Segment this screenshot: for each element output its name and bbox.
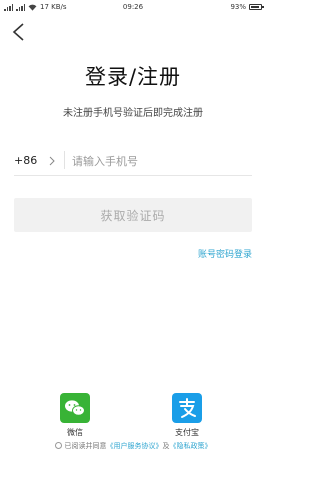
battery-fill: [251, 6, 259, 8]
page-subtitle: 未注册手机号验证后即完成注册: [63, 108, 203, 119]
privacy-policy-link[interactable]: 《隐私政策》: [170, 442, 212, 450]
agreement-row: 已阅读并同意《用户服务协议》及《隐私政策》: [0, 441, 266, 451]
divider: [64, 151, 65, 169]
wechat-login-button[interactable]: 微信: [45, 393, 105, 438]
status-time: 09:26: [122, 3, 144, 11]
alipay-label: 支付宝: [175, 428, 199, 437]
chevron-left-icon: [12, 23, 24, 41]
agreement-prefix: 已阅读并同意: [64, 442, 107, 450]
status-right: 93%: [230, 3, 264, 11]
country-code[interactable]: +86: [14, 154, 37, 167]
chevron-right-icon[interactable]: [48, 156, 56, 166]
agreement-checkbox[interactable]: [54, 442, 62, 449]
page-title: 登录/注册: [84, 65, 182, 89]
user-agreement-link[interactable]: 《用户服务协议》: [107, 442, 163, 450]
wechat-icon: [60, 393, 90, 423]
agreement-connector: 及: [162, 442, 170, 450]
phone-field-row: +86: [14, 146, 252, 176]
status-bar: 17 KB/s 09:26 93%: [0, 0, 266, 14]
back-button[interactable]: [10, 22, 28, 42]
get-code-button[interactable]: 获取验证码: [14, 198, 252, 232]
password-login-link[interactable]: 账号密码登录: [198, 247, 252, 260]
alipay-login-button[interactable]: 支付宝: [157, 393, 217, 438]
wechat-label: 微信: [67, 428, 83, 437]
battery-icon: [249, 4, 264, 10]
phone-input[interactable]: [72, 150, 248, 172]
battery-percent: 93%: [230, 3, 246, 11]
alipay-icon: [172, 393, 202, 423]
